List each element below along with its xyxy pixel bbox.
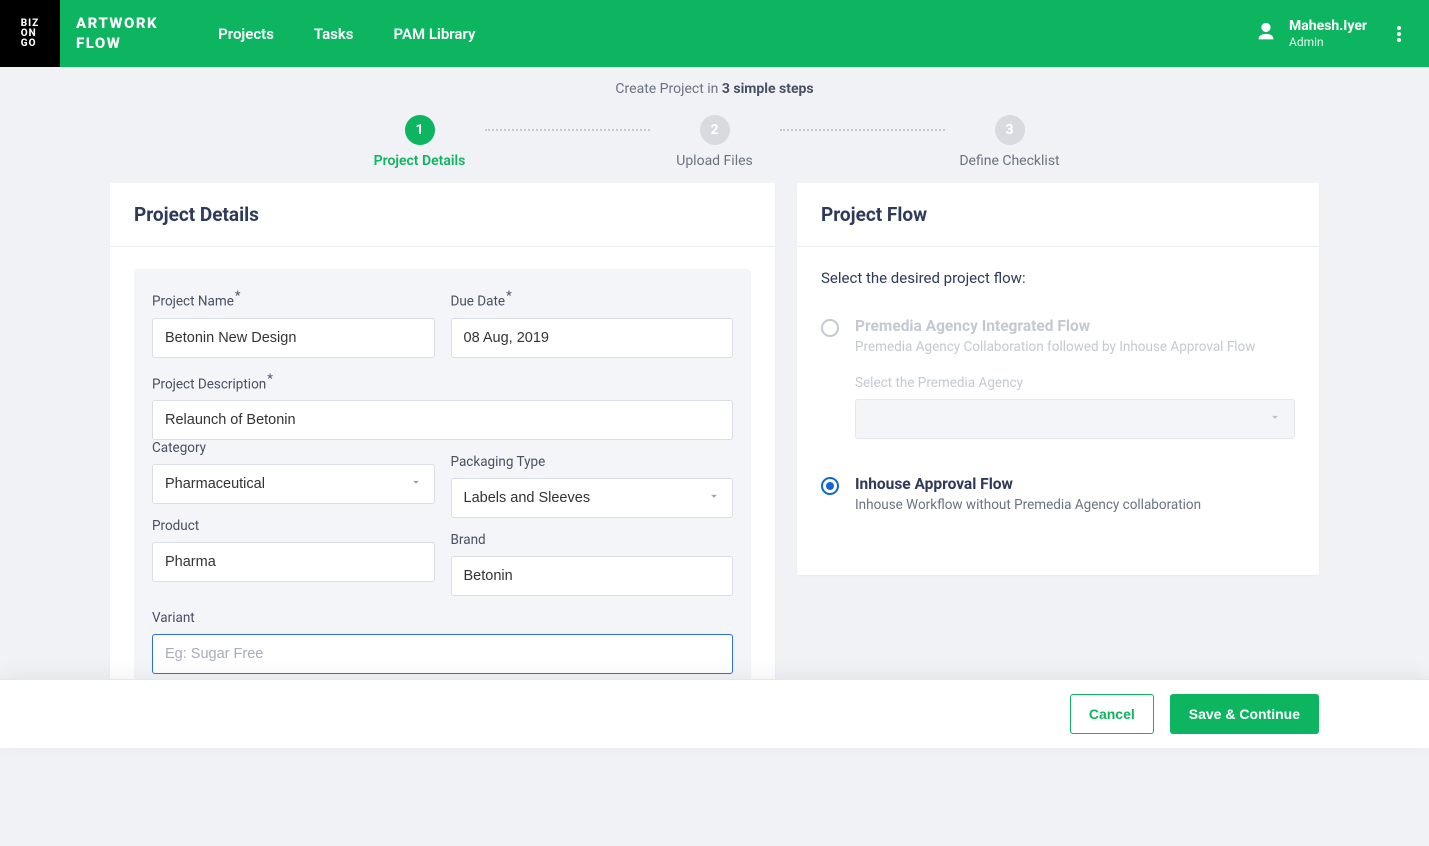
nav-pam-library[interactable]: PAM Library (394, 25, 476, 43)
save-continue-button[interactable]: Save & Continue (1170, 694, 1319, 734)
stepper: 1 Project Details 2 Upload Files 3 Defin… (0, 115, 1429, 169)
brand-logo: BIZONGO (0, 0, 60, 67)
step-connector (485, 129, 650, 131)
project-flow-card: Project Flow Select the desired project … (797, 183, 1319, 575)
user-info: Mahesh.Iyer Admin (1289, 17, 1367, 51)
step-label: Project Details (374, 153, 466, 169)
radio-icon[interactable] (821, 477, 839, 495)
footer-bar: Cancel Save & Continue (0, 679, 1429, 748)
card-title: Project Details (110, 183, 775, 247)
radio-icon[interactable] (821, 319, 839, 337)
flow-option-desc: Premedia Agency Collaboration followed b… (855, 339, 1295, 355)
flow-option-title: Inhouse Approval Flow (855, 475, 1295, 493)
flow-option-title: Premedia Agency Integrated Flow (855, 317, 1295, 335)
flow-prompt: Select the desired project flow: (821, 269, 1295, 287)
nav-projects[interactable]: Projects (218, 25, 274, 43)
due-date-label: Due Date (451, 289, 734, 310)
description-label: Project Description (152, 372, 733, 393)
cancel-button[interactable]: Cancel (1070, 694, 1154, 734)
packaging-type-label: Packaging Type (451, 454, 734, 470)
top-nav: Projects Tasks PAM Library (218, 25, 475, 43)
flow-option-desc: Inhouse Workflow without Premedia Agency… (855, 497, 1295, 513)
step-project-details[interactable]: 1 Project Details (355, 115, 485, 169)
flow-option-premedia[interactable]: Premedia Agency Integrated Flow Premedia… (821, 317, 1295, 439)
project-name-input[interactable] (152, 318, 435, 358)
app-title: ARTWORK FLOW (76, 14, 158, 53)
flow-option-inhouse[interactable]: Inhouse Approval Flow Inhouse Workflow w… (821, 475, 1295, 513)
variant-label: Variant (152, 610, 733, 626)
details-form: Project Name Due Date Project Descriptio… (134, 269, 751, 700)
variant-input[interactable] (152, 634, 733, 674)
step-number: 2 (700, 115, 730, 145)
step-connector (780, 129, 945, 131)
category-label: Category (152, 440, 435, 456)
brand-input[interactable] (451, 556, 734, 596)
user-role: Admin (1289, 35, 1367, 51)
app-header: BIZONGO ARTWORK FLOW Projects Tasks PAM … (0, 0, 1429, 67)
nav-tasks[interactable]: Tasks (314, 25, 354, 43)
project-name-label: Project Name (152, 289, 435, 310)
chevron-down-icon (1268, 410, 1282, 428)
user-name: Mahesh.Iyer (1289, 17, 1367, 35)
brand-label: Brand (451, 532, 734, 548)
step-define-checklist[interactable]: 3 Define Checklist (945, 115, 1075, 169)
card-title: Project Flow (797, 183, 1319, 247)
step-number: 1 (405, 115, 435, 145)
due-date-input[interactable] (451, 318, 734, 358)
premedia-agency-label: Select the Premedia Agency (855, 375, 1295, 391)
category-select[interactable] (152, 464, 435, 504)
premedia-agency-select (855, 399, 1295, 439)
stepper-title: Create Project in 3 simple steps (0, 81, 1429, 97)
user-menu[interactable]: Mahesh.Iyer Admin (1255, 14, 1429, 54)
packaging-type-select[interactable] (451, 478, 734, 518)
step-label: Define Checklist (959, 153, 1059, 169)
step-upload-files[interactable]: 2 Upload Files (650, 115, 780, 169)
product-input[interactable] (152, 542, 435, 582)
more-menu-icon[interactable] (1379, 14, 1419, 54)
stepper-section: Create Project in 3 simple steps 1 Proje… (0, 67, 1429, 183)
step-label: Upload Files (676, 153, 753, 169)
description-input[interactable] (152, 400, 733, 440)
step-number: 3 (995, 115, 1025, 145)
user-icon (1255, 21, 1277, 47)
product-label: Product (152, 518, 435, 534)
project-details-card: Project Details Project Name Due Date Pr… (110, 183, 775, 726)
